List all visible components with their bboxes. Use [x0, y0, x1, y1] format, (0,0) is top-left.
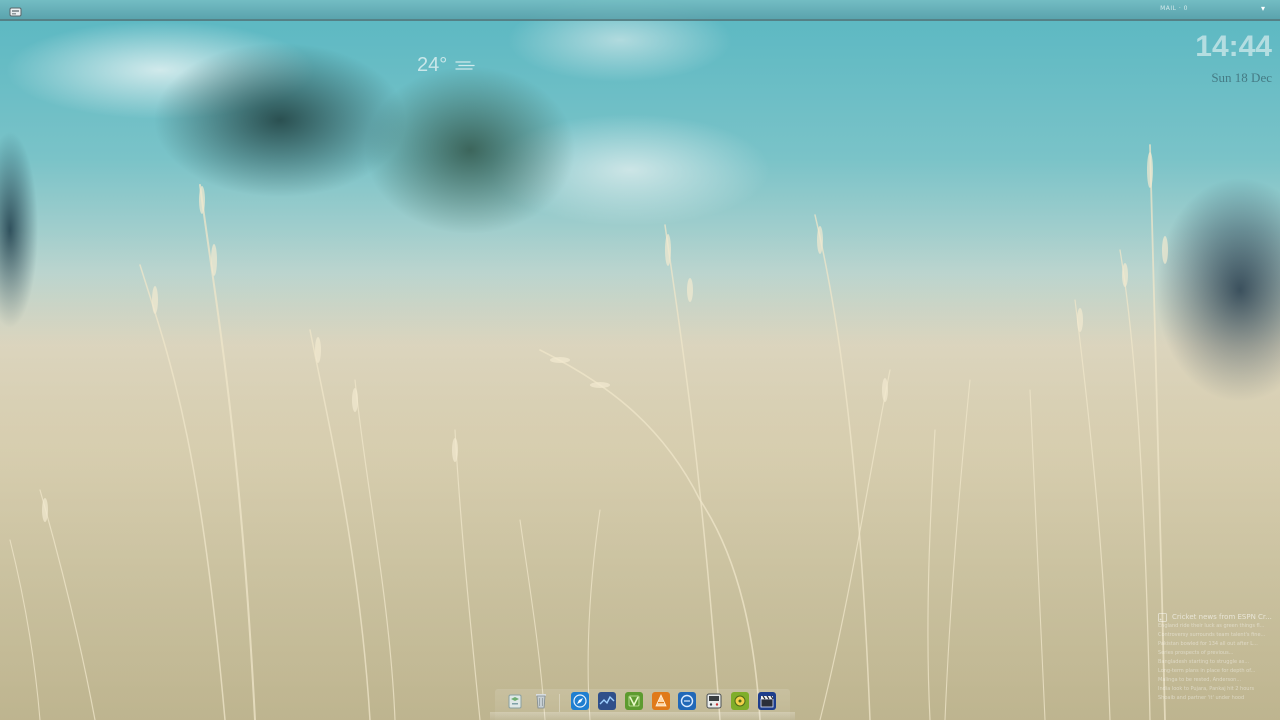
panel-tray-status[interactable]: MAIL · 0 — [1160, 5, 1188, 12]
trash-icon — [536, 694, 546, 709]
weather-temperature: 24° — [417, 54, 448, 76]
weather-widget[interactable]: 24° — [417, 53, 476, 77]
monitor-graph-icon — [599, 695, 615, 705]
software-center-icon — [628, 695, 640, 707]
news-feed-header[interactable]: Cricket news from ESPN Cr... — [1158, 612, 1273, 622]
dock-item-system-monitor[interactable] — [598, 692, 616, 710]
dock-item-chat[interactable] — [678, 692, 696, 710]
rss-feed-icon — [1158, 612, 1167, 622]
dock-item-trash[interactable] — [532, 692, 550, 710]
news-item[interactable]: Long-term plans in place for depth of... — [1158, 667, 1273, 676]
news-item[interactable]: Controversy surrounds team talent's fine… — [1158, 631, 1273, 640]
panel-dropdown-button[interactable]: ▾ — [1258, 4, 1268, 14]
gamepad-icon — [706, 693, 722, 709]
dock-item-video-editor[interactable] — [758, 692, 776, 710]
chevron-down-icon: ▾ — [1260, 4, 1265, 13]
fog-icon — [455, 61, 475, 70]
dock-shelf — [490, 712, 795, 720]
dock-item-browser[interactable] — [571, 692, 589, 710]
news-item[interactable]: England ride their luck as green things … — [1158, 622, 1273, 631]
top-panel: MAIL · 0 ▾ — [0, 0, 1280, 21]
dock-separator — [559, 694, 560, 712]
desktop[interactable]: MAIL · 0 ▾ 24° 14:44 Sun 18 Dec Cricket … — [0, 0, 1280, 720]
dock-item-music[interactable] — [731, 692, 749, 710]
file-manager-icon — [508, 694, 522, 709]
gnome-foot-icon — [9, 7, 22, 17]
news-item[interactable]: India look to Pujara, Pankaj hit 2 hours — [1158, 685, 1273, 694]
clapperboard-icon — [760, 695, 774, 708]
dock-item-games[interactable] — [705, 692, 723, 710]
news-item[interactable]: Malinga to be rested, Anderson... — [1158, 676, 1273, 685]
news-item[interactable]: Shoaib and partner 'it' under hood — [1158, 694, 1273, 703]
compass-icon — [573, 694, 587, 708]
media-player-icon — [655, 694, 667, 707]
news-feed-widget[interactable]: Cricket news from ESPN Cr... England rid… — [1158, 612, 1273, 703]
wallpaper-grass — [0, 144, 1280, 720]
news-item[interactable]: Bangladesh starting to struggle as... — [1158, 658, 1273, 667]
dock-item-vlc[interactable] — [652, 692, 670, 710]
dock-item-files[interactable] — [506, 692, 524, 710]
music-player-icon — [734, 695, 746, 707]
clock-date: Sun 18 Dec — [1211, 70, 1272, 85]
clock-time: 14:44 — [1195, 30, 1272, 63]
chat-icon — [680, 694, 694, 708]
news-item[interactable]: Pakistan bowled for 134 all out after L.… — [1158, 640, 1273, 649]
news-item[interactable]: Series prospects of previous... — [1158, 649, 1273, 658]
applications-menu-button[interactable] — [9, 3, 22, 17]
dock-item-software[interactable] — [625, 692, 643, 710]
clock-widget[interactable]: 14:44 Sun 18 Dec — [1195, 30, 1272, 86]
news-feed-title: Cricket news from ESPN Cr... — [1172, 613, 1272, 621]
